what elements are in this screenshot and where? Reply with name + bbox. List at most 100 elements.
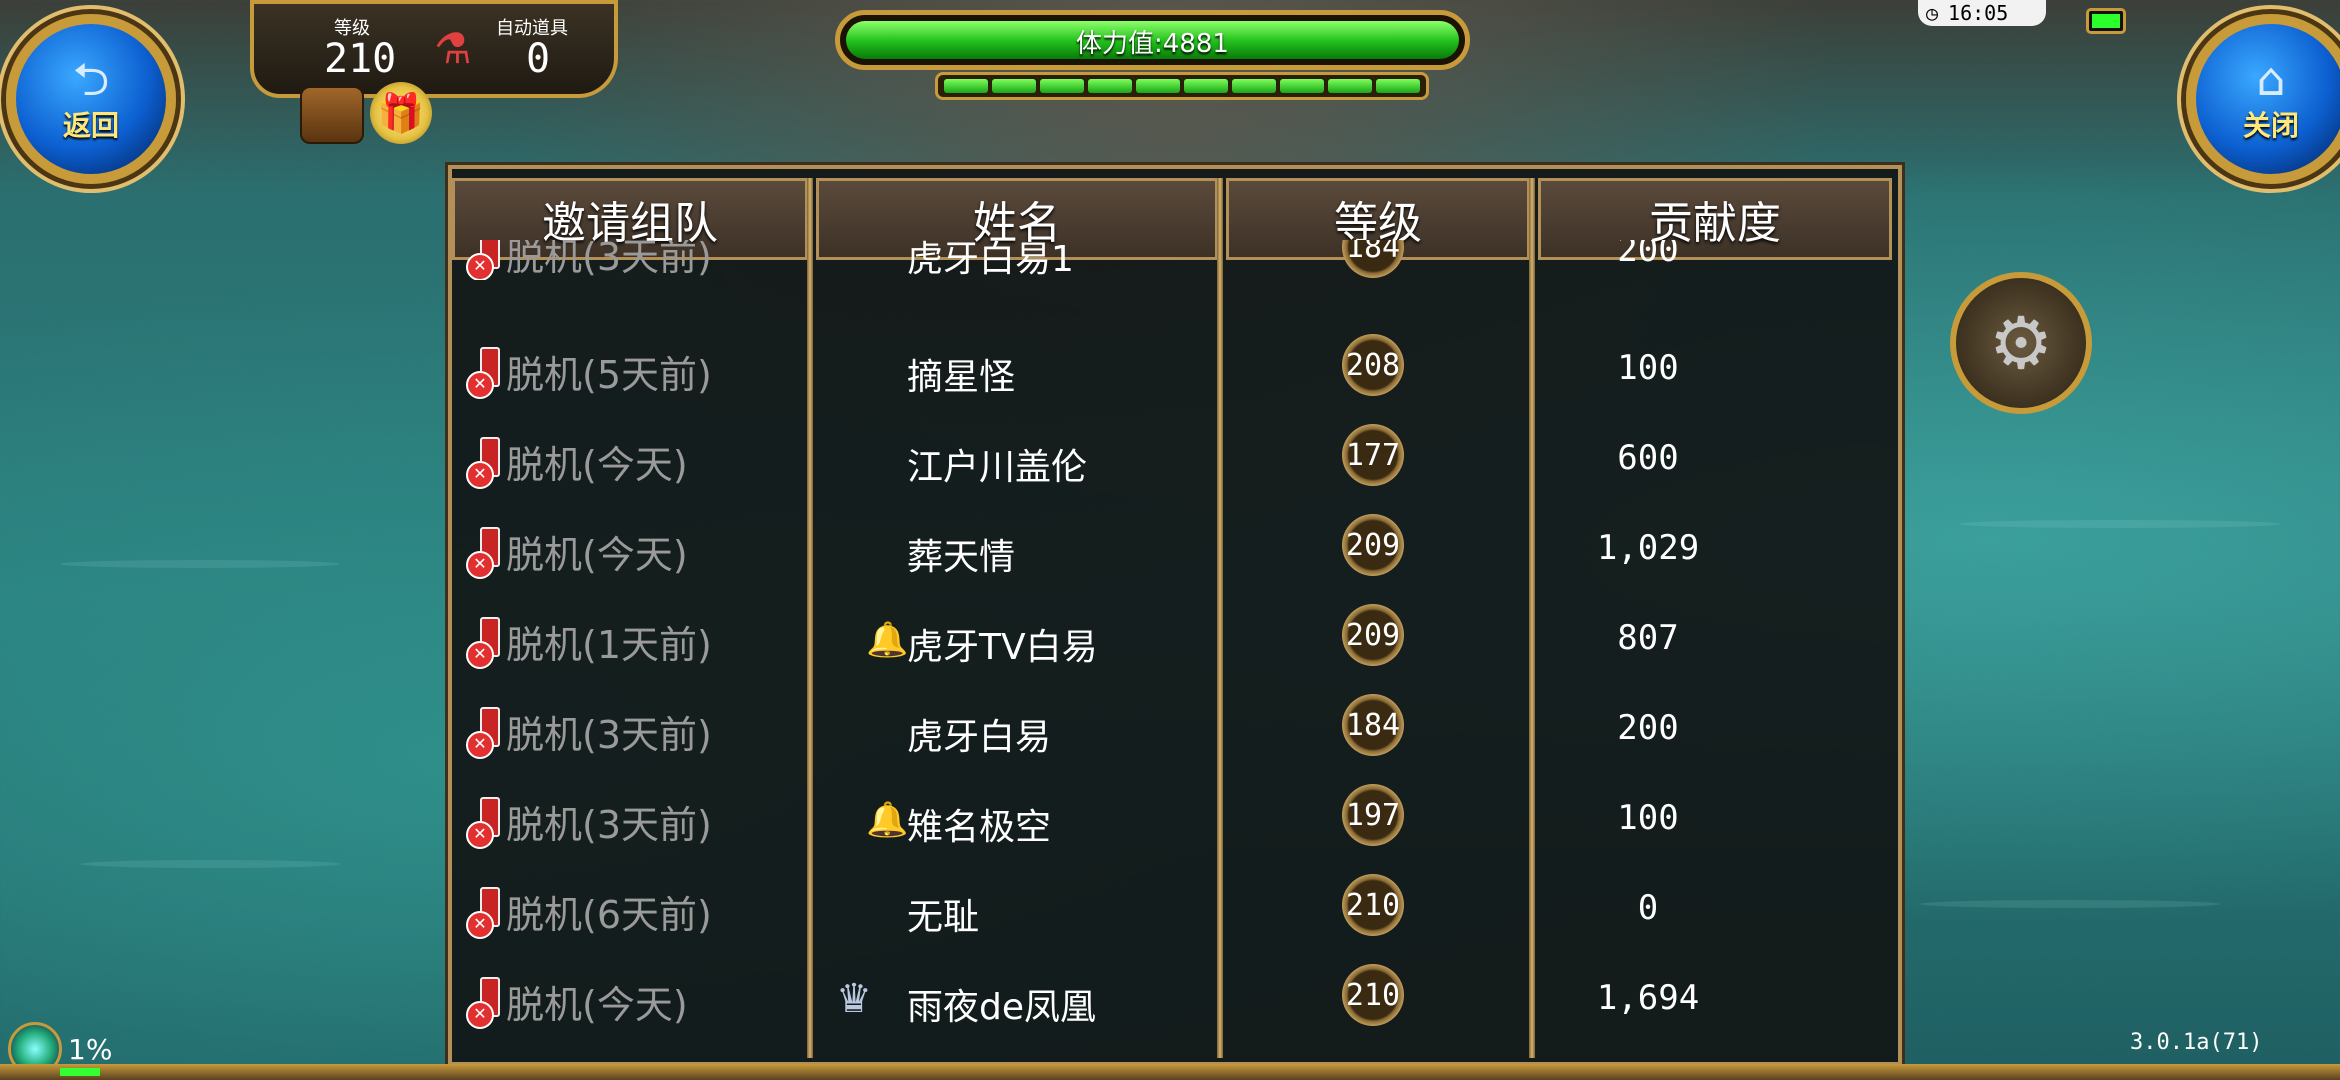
- status-cell: ✕ 脱机(3天前): [466, 240, 712, 280]
- energy-segment: [1040, 79, 1084, 93]
- status-cell: ✕ 脱机(今天): [466, 434, 688, 489]
- clock-time: 16:05: [1948, 1, 2009, 25]
- member-name: 雨夜de凤凰: [907, 987, 1097, 1028]
- offline-phone-icon: ✕: [466, 976, 502, 1029]
- player-info-panel: 等级 210 ⚗ 自动道具 0: [250, 0, 618, 98]
- status-text: 脱机(3天前): [506, 803, 712, 847]
- potion-icon: ⚗: [434, 24, 472, 73]
- energy-segment: [1376, 79, 1420, 93]
- offline-phone-icon: ✕: [466, 616, 502, 669]
- table-row[interactable]: ✕ 脱机(3天前) 虎牙白易1 184 200: [452, 240, 1890, 280]
- exp-bar-fill: [60, 1068, 100, 1076]
- back-button-label: 返回: [62, 109, 119, 142]
- stamina-text: 体力值:4881: [1076, 29, 1229, 59]
- table-row[interactable]: ✕ 脱机(今天) ♛ 雨夜de凤凰 210 1,694: [452, 950, 1890, 1040]
- back-arrow-icon: ⮌: [72, 52, 110, 106]
- level-badge: 197: [1342, 784, 1404, 846]
- exp-bar: [0, 1064, 2340, 1080]
- contribution-value: 100: [1617, 798, 1679, 838]
- status-text: 脱机(今天): [506, 533, 688, 577]
- bag-icon[interactable]: [300, 86, 364, 144]
- gift-icon[interactable]: 🎁: [370, 82, 432, 144]
- water-streak: [80, 860, 340, 868]
- contribution-value: 200: [1617, 708, 1679, 748]
- offline-phone-icon: ✕: [466, 886, 502, 939]
- close-button-label: 关闭: [2242, 109, 2299, 142]
- battery-icon: [2086, 8, 2126, 34]
- gear-icon: ⚙: [1988, 301, 2054, 385]
- level-badge: 184: [1342, 694, 1404, 756]
- settings-button[interactable]: ⚙: [1950, 272, 2092, 414]
- table-row[interactable]: ✕ 脱机(5天前) 摘星怪 208 100: [452, 320, 1890, 410]
- clock-icon: ◷: [1926, 1, 1939, 25]
- table-row[interactable]: ✕ 脱机(6天前) 无耻 210 0: [452, 860, 1890, 950]
- home-icon: ⌂: [2256, 52, 2286, 106]
- energy-segment: [1184, 79, 1228, 93]
- offline-phone-icon: ✕: [466, 526, 502, 579]
- status-text: 脱机(3天前): [506, 240, 712, 279]
- status-cell: ✕ 脱机(3天前): [466, 794, 712, 849]
- table-row[interactable]: ✕ 脱机(今天) 江户川盖伦 177 600: [452, 410, 1890, 500]
- offline-phone-icon: ✕: [466, 796, 502, 849]
- exp-percent: 1%: [68, 1032, 113, 1066]
- member-name: 虎牙TV白易: [907, 627, 1098, 668]
- contribution-value: 0: [1637, 888, 1659, 928]
- level-badge: 210: [1342, 964, 1404, 1026]
- contribution-value: 1,694: [1596, 978, 1700, 1018]
- water-streak: [1960, 520, 2280, 528]
- member-name: 葬天情: [907, 537, 1016, 578]
- table-row[interactable]: ✕ 脱机(3天前) 🔔 雉名极空 197 100: [452, 770, 1890, 860]
- member-name: 摘星怪: [907, 357, 1016, 398]
- offline-phone-icon: ✕: [466, 436, 502, 489]
- status-cell: ✕ 脱机(1天前): [466, 614, 712, 669]
- member-name: 虎牙白易1: [907, 240, 1074, 280]
- energy-segment: [1328, 79, 1372, 93]
- contribution-value: 1,029: [1596, 528, 1700, 568]
- level-badge: 209: [1342, 604, 1404, 666]
- energy-segment: [1136, 79, 1180, 93]
- table-row[interactable]: ✕ 脱机(今天) 葬天情 209 1,029: [452, 500, 1890, 590]
- level-badge: 184: [1342, 240, 1404, 278]
- table-row[interactable]: ✕ 脱机(1天前) 🔔 虎牙TV白易 209 807: [452, 590, 1890, 680]
- status-text: 脱机(今天): [506, 443, 688, 487]
- status-cell: ✕ 脱机(今天): [466, 524, 688, 579]
- level-badge: 210: [1342, 874, 1404, 936]
- level-value: 210: [324, 36, 397, 82]
- energy-segment: [1280, 79, 1324, 93]
- level-badge: 208: [1342, 334, 1404, 396]
- level-badge: 209: [1342, 514, 1404, 576]
- version-text: 3.0.1a(71): [2130, 1030, 2263, 1055]
- contribution-value: 200: [1617, 240, 1679, 270]
- offline-phone-icon: ✕: [466, 240, 502, 280]
- status-cell: ✕ 脱机(今天): [466, 974, 688, 1029]
- contribution-value: 100: [1617, 348, 1679, 388]
- member-name: 江户川盖伦: [907, 447, 1088, 488]
- member-name: 雉名极空: [907, 807, 1052, 848]
- auto-item-value: 0: [526, 36, 551, 82]
- level-badge: 177: [1342, 424, 1404, 486]
- status-text: 脱机(3天前): [506, 713, 712, 757]
- table-row[interactable]: ✕ 脱机(3天前) 虎牙白易 184 200: [452, 680, 1890, 770]
- back-button[interactable]: ⮌ 返回: [6, 14, 176, 184]
- status-cell: ✕ 脱机(5天前): [466, 344, 712, 399]
- status-text: 脱机(5天前): [506, 353, 712, 397]
- member-name: 无耻: [907, 897, 980, 938]
- offline-phone-icon: ✕: [466, 706, 502, 759]
- status-text: 脱机(1天前): [506, 623, 712, 667]
- status-text: 脱机(今天): [506, 983, 688, 1027]
- energy-segments: [935, 72, 1429, 100]
- crown-icon: ♛: [836, 976, 872, 1022]
- member-name: 虎牙白易: [907, 717, 1052, 758]
- status-cell: ✕ 脱机(3天前): [466, 704, 712, 759]
- water-streak: [1920, 900, 2220, 908]
- close-button[interactable]: ⌂ 关闭: [2186, 14, 2340, 184]
- status-cell: ✕ 脱机(6天前): [466, 884, 712, 939]
- water-streak: [60, 560, 340, 568]
- bell-icon: 🔔: [866, 620, 909, 660]
- energy-segment: [1232, 79, 1276, 93]
- energy-segment: [992, 79, 1036, 93]
- offline-phone-icon: ✕: [466, 346, 502, 399]
- energy-segment: [1088, 79, 1132, 93]
- stamina-bar: 体力值:4881: [835, 10, 1470, 70]
- clock: ◷ 16:05: [1918, 0, 2046, 26]
